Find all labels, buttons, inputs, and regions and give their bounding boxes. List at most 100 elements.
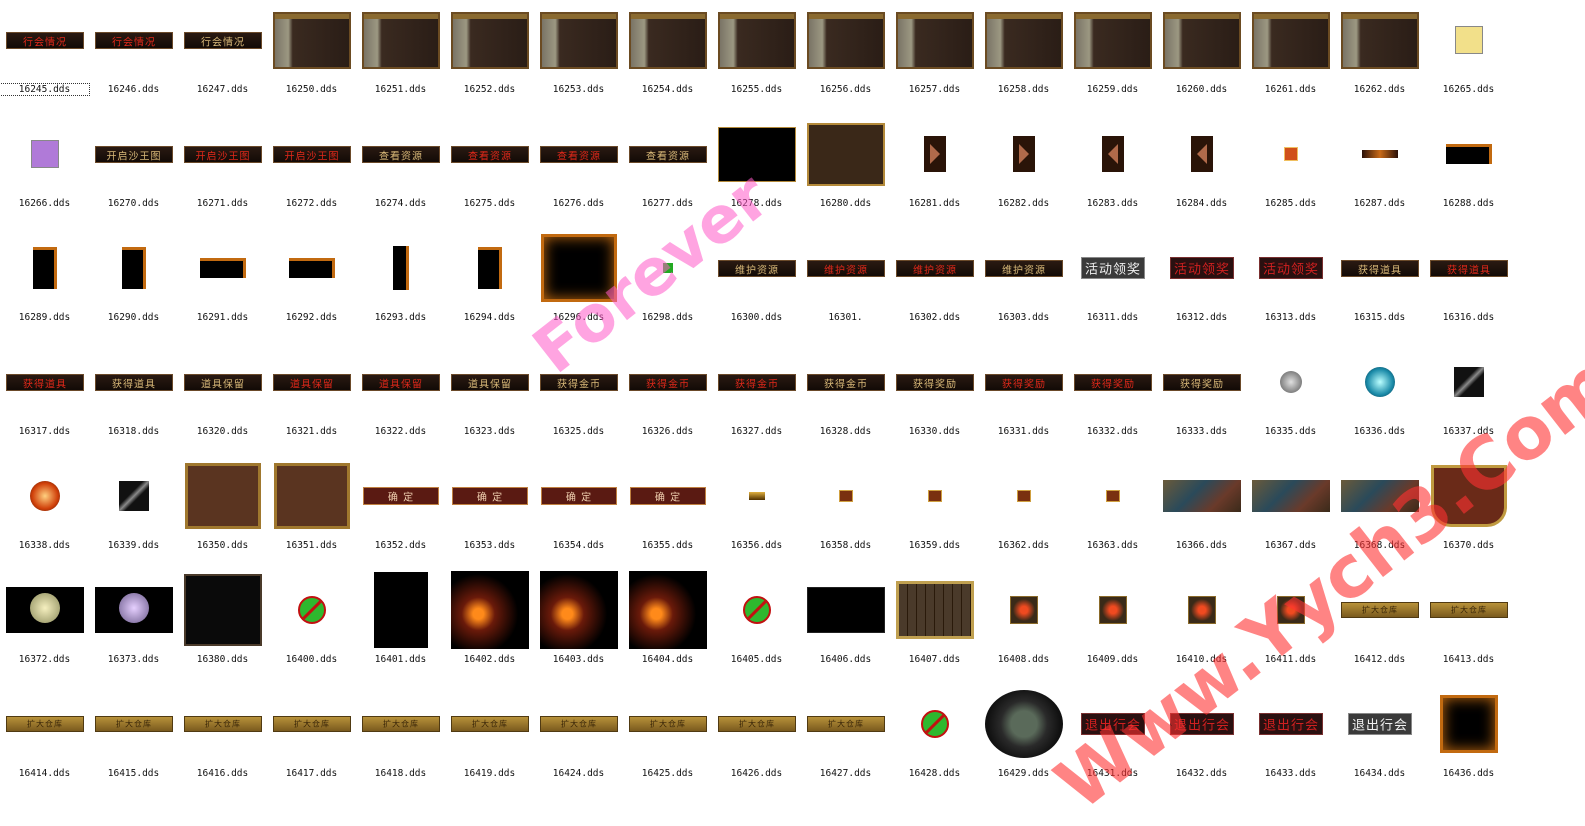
file-item[interactable]: 获得奖励 16330.dds (890, 342, 979, 456)
file-item[interactable]: 扩大仓库 16412.dds (1335, 570, 1424, 684)
file-item[interactable]: 16401.dds (356, 570, 445, 684)
file-item[interactable]: 16265.dds (1424, 0, 1513, 114)
file-item[interactable]: 扩大仓库 16426.dds (712, 684, 801, 798)
file-item[interactable]: 16370.dds (1424, 456, 1513, 570)
file-item[interactable]: 16292.dds (267, 228, 356, 342)
file-item[interactable]: 16254.dds (623, 0, 712, 114)
file-item[interactable]: 16409.dds (1068, 570, 1157, 684)
file-item[interactable]: 16260.dds (1157, 0, 1246, 114)
file-item[interactable]: 16285.dds (1246, 114, 1335, 228)
file-item[interactable]: 16351.dds (267, 456, 356, 570)
file-item[interactable]: 16429.dds (979, 684, 1068, 798)
file-item[interactable]: 16403.dds (534, 570, 623, 684)
file-item[interactable]: 16287.dds (1335, 114, 1424, 228)
file-item[interactable]: 道具保留 16323.dds (445, 342, 534, 456)
file-item[interactable]: 扩大仓库 16419.dds (445, 684, 534, 798)
file-item[interactable]: 16410.dds (1157, 570, 1246, 684)
file-item[interactable]: 获得道具 16316.dds (1424, 228, 1513, 342)
file-item[interactable]: 道具保留 16322.dds (356, 342, 445, 456)
file-item[interactable]: 16362.dds (979, 456, 1068, 570)
file-item[interactable]: 16358.dds (801, 456, 890, 570)
file-item[interactable]: 16256.dds (801, 0, 890, 114)
file-item[interactable]: 16293.dds (356, 228, 445, 342)
file-item[interactable]: 16288.dds (1424, 114, 1513, 228)
file-item[interactable]: 16290.dds (89, 228, 178, 342)
file-item[interactable]: 退出行会 16431.dds (1068, 684, 1157, 798)
file-item[interactable]: 16400.dds (267, 570, 356, 684)
file-item[interactable]: 维护资源 16300.dds (712, 228, 801, 342)
file-item[interactable]: 确 定 16354.dds (534, 456, 623, 570)
file-item[interactable]: 16368.dds (1335, 456, 1424, 570)
file-item[interactable]: 16253.dds (534, 0, 623, 114)
file-item[interactable]: 查看资源 16276.dds (534, 114, 623, 228)
file-item[interactable]: 开启沙王图 16271.dds (178, 114, 267, 228)
file-item[interactable]: 16406.dds (801, 570, 890, 684)
file-item[interactable]: 16436.dds (1424, 684, 1513, 798)
file-item[interactable]: 确 定 16355.dds (623, 456, 712, 570)
file-item[interactable]: 扩大仓库 16424.dds (534, 684, 623, 798)
file-item[interactable]: 获得道具 16318.dds (89, 342, 178, 456)
file-item[interactable]: 16411.dds (1246, 570, 1335, 684)
file-item[interactable]: 16356.dds (712, 456, 801, 570)
file-item[interactable]: 16250.dds (267, 0, 356, 114)
file-item[interactable]: 查看资源 16274.dds (356, 114, 445, 228)
file-item[interactable]: 道具保留 16320.dds (178, 342, 267, 456)
file-item[interactable]: 16363.dds (1068, 456, 1157, 570)
file-item[interactable]: 获得金币 16326.dds (623, 342, 712, 456)
file-item[interactable]: 查看资源 16275.dds (445, 114, 534, 228)
file-item[interactable]: 16258.dds (979, 0, 1068, 114)
file-item[interactable]: 16296.dds (534, 228, 623, 342)
file-item[interactable]: 16359.dds (890, 456, 979, 570)
file-item[interactable]: 16291.dds (178, 228, 267, 342)
file-item[interactable]: 16261.dds (1246, 0, 1335, 114)
file-item[interactable]: 扩大仓库 16414.dds (0, 684, 89, 798)
file-item[interactable]: 16404.dds (623, 570, 712, 684)
file-item[interactable]: 扩大仓库 16425.dds (623, 684, 712, 798)
file-item[interactable]: 道具保留 16321.dds (267, 342, 356, 456)
file-item[interactable]: 退出行会 16433.dds (1246, 684, 1335, 798)
file-item[interactable]: 16266.dds (0, 114, 89, 228)
file-item[interactable]: 16259.dds (1068, 0, 1157, 114)
file-item[interactable]: 16373.dds (89, 570, 178, 684)
file-item[interactable]: 获得奖励 16333.dds (1157, 342, 1246, 456)
file-item[interactable]: 扩大仓库 16415.dds (89, 684, 178, 798)
file-item[interactable]: 16257.dds (890, 0, 979, 114)
file-item[interactable]: 16428.dds (890, 684, 979, 798)
file-item[interactable]: 16380.dds (178, 570, 267, 684)
file-item[interactable]: 获得道具 16317.dds (0, 342, 89, 456)
file-item[interactable]: 获得道具 16315.dds (1335, 228, 1424, 342)
file-item[interactable]: 16255.dds (712, 0, 801, 114)
file-item[interactable]: 16338.dds (0, 456, 89, 570)
file-item[interactable]: 获得金币 16325.dds (534, 342, 623, 456)
file-item[interactable]: 16372.dds (0, 570, 89, 684)
file-item[interactable]: 16367.dds (1246, 456, 1335, 570)
file-item[interactable]: 开启沙王图 16270.dds (89, 114, 178, 228)
file-item[interactable]: 获得金币 16328.dds (801, 342, 890, 456)
file-item[interactable]: 16280.dds (801, 114, 890, 228)
file-item[interactable]: 16283.dds (1068, 114, 1157, 228)
file-item[interactable]: 16289.dds (0, 228, 89, 342)
file-item[interactable]: 获得奖励 16331.dds (979, 342, 1068, 456)
file-item[interactable]: 16284.dds (1157, 114, 1246, 228)
file-item[interactable]: 行会情况 16245.dds (0, 0, 90, 114)
file-item[interactable]: 16407.dds (890, 570, 979, 684)
file-item[interactable]: 扩大仓库 16427.dds (801, 684, 890, 798)
file-item[interactable]: 16350.dds (178, 456, 267, 570)
file-item[interactable]: 活动领奖 16313.dds (1246, 228, 1335, 342)
file-item[interactable]: 维护资源 16302.dds (890, 228, 979, 342)
file-item[interactable]: 16336.dds (1335, 342, 1424, 456)
file-item[interactable]: 16251.dds (356, 0, 445, 114)
file-item[interactable]: 维护资源 16301. (801, 228, 890, 342)
file-item[interactable]: 16408.dds (979, 570, 1068, 684)
file-item[interactable]: 活动领奖 16311.dds (1068, 228, 1157, 342)
file-item[interactable]: 维护资源 16303.dds (979, 228, 1068, 342)
file-item[interactable]: 16405.dds (712, 570, 801, 684)
file-item[interactable]: 扩大仓库 16418.dds (356, 684, 445, 798)
file-item[interactable]: 扩大仓库 16416.dds (178, 684, 267, 798)
file-item[interactable]: 16337.dds (1424, 342, 1513, 456)
file-item[interactable]: 行会情况 16246.dds (89, 0, 178, 114)
file-item[interactable]: 16298.dds (623, 228, 712, 342)
file-item[interactable]: 16282.dds (979, 114, 1068, 228)
file-item[interactable]: 16402.dds (445, 570, 534, 684)
file-item[interactable]: 获得金币 16327.dds (712, 342, 801, 456)
